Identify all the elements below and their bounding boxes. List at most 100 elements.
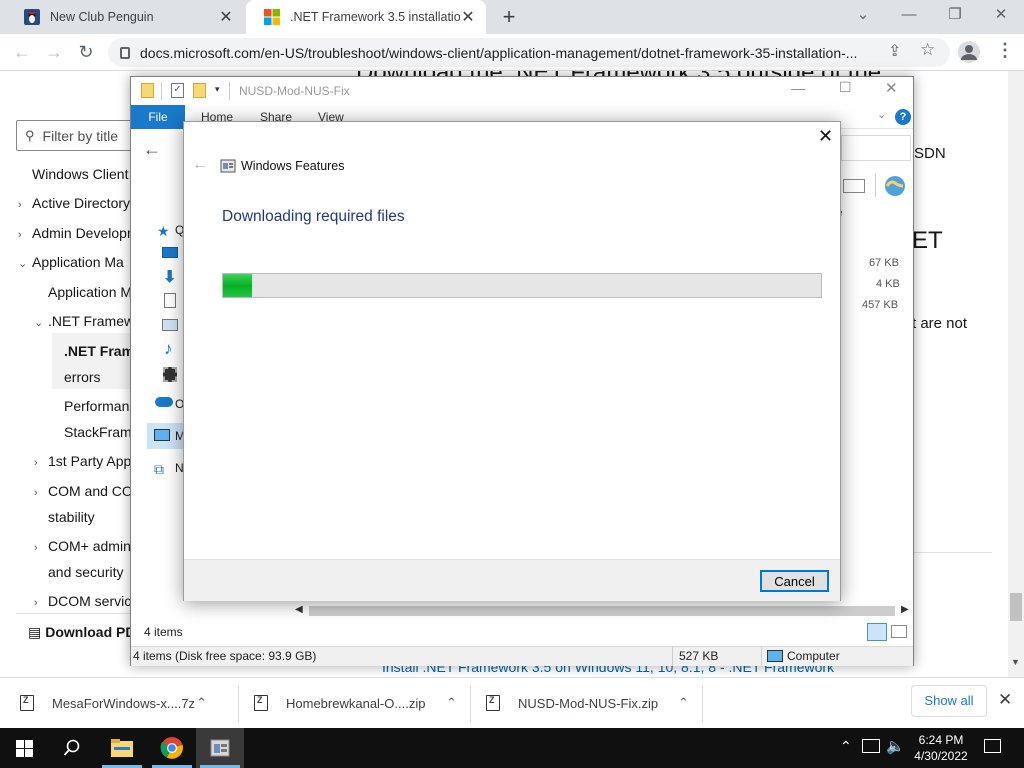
minimize-icon[interactable]: — [791,80,805,96]
bookmark-star-icon[interactable]: ☆ [920,40,935,60]
videos-icon[interactable] [163,367,177,382]
chevron-up-icon[interactable]: ⌃ [446,695,457,711]
taskbar-chrome[interactable] [148,728,196,768]
download-pdf-link[interactable]: ▤ Download PD [28,624,135,641]
close-dialog-icon[interactable]: ✕ [818,126,833,147]
show-all-button[interactable]: Show all [911,685,987,717]
download-item[interactable]: NUSD-Mod-NUS-Fix.zip ⌃ [486,678,700,728]
dialog-title: Windows Features [241,159,345,173]
tab-title: New Club Penguin [50,10,154,24]
maximize-icon[interactable]: ☐ [839,79,852,96]
quick-access-dropdown-icon[interactable]: ▾ [215,84,220,95]
download-progress-bar [222,273,822,298]
divider [16,613,130,614]
dialog-back-arrow-icon[interactable]: ← [192,156,208,174]
search-button[interactable] [48,728,96,768]
downloads-arrow-icon[interactable]: ⬇ [163,267,176,287]
nav-item-stability[interactable]: stability [48,509,95,525]
filter-input[interactable]: ⚲ Filter by title [16,120,136,151]
divider [702,686,703,722]
nav-item-and-security[interactable]: and security [48,564,123,580]
file-size: 4 KB [876,278,900,290]
download-item[interactable]: Homebrewkanal-O....zip ⌃ [254,678,468,728]
explorer-title-bar: ✓ ▾ NUSD-Mod-NUS-Fix — ☐ ✕ [131,77,913,105]
nav-item-com-plus-admin[interactable]: › COM+ admin [34,538,131,554]
restore-icon[interactable]: ❐ [932,0,978,34]
share-icon[interactable]: ⇪ [888,41,901,61]
documents-icon[interactable] [164,293,176,308]
minimize-icon[interactable]: — [886,0,932,34]
new-folder-icon[interactable] [193,83,206,98]
tab-search-chevron-icon[interactable]: ⌄ [840,0,886,34]
close-shelf-icon[interactable]: ✕ [998,690,1012,710]
file-size: 457 KB [862,299,899,311]
nav-item-stackframe[interactable]: StackFrame [64,424,139,440]
menu-kebab-icon[interactable]: ⋮ [996,40,1014,61]
nav-item-net-framework-errors[interactable]: .NET Fram [64,343,134,359]
tab-net-framework[interactable]: .NET Framework 3.5 installation e ✕ [246,0,486,34]
horizontal-scrollbar[interactable]: ◀ ▶ [291,603,913,619]
clock[interactable]: 6:24 PM 4/30/2022 [906,732,976,764]
close-window-icon[interactable]: ✕ [885,79,898,97]
music-note-icon[interactable]: ♪ [164,339,173,359]
close-tab-icon[interactable]: ✕ [460,7,476,27]
pictures-icon[interactable] [162,319,178,331]
start-button[interactable] [0,728,48,768]
nav-item-active-directory[interactable]: › Active Directory [18,195,130,211]
nav-item-application-management[interactable]: ⌄ Application Ma [18,254,124,270]
download-filename: MesaForWindows-x....7z [52,695,196,711]
reload-icon[interactable]: ↻ [73,40,99,66]
desktop-icon[interactable] [162,247,178,258]
scroll-right-arrow-icon[interactable]: ▶ [901,604,909,615]
new-tab-button[interactable]: + [496,5,522,31]
nav-item-net-framework[interactable]: ⌄ .NET Framew [34,313,134,329]
ribbon-tab-file[interactable]: File [131,105,185,129]
horizontal-scrollbar-thumb[interactable] [309,606,895,616]
details-view-icon[interactable] [867,623,887,641]
tab-new-club-penguin[interactable]: New Club Penguin ✕ [6,0,244,34]
download-progress-fill [223,274,252,297]
close-window-icon[interactable]: ✕ [978,0,1024,34]
pdf-icon: ▤ [28,624,42,640]
page-scrollbar-thumb[interactable] [1010,593,1022,621]
page-scrollbar[interactable]: ▼ [1008,71,1024,677]
network-icon[interactable]: ⧉ [154,461,164,478]
quick-access-star-icon[interactable]: ★ [157,223,170,240]
address-bar[interactable]: docs.microsoft.com/en-US/troubleshoot/wi… [108,38,950,67]
cancel-button[interactable]: Cancel [760,570,829,592]
microsoft-logo-icon [264,9,280,25]
show-hidden-icons-chevron-icon[interactable]: ⌃ [840,738,852,755]
large-icons-view-icon[interactable] [891,625,907,638]
nav-item-application-m[interactable]: Application M [48,284,132,300]
nav-item-1st-party-apps[interactable]: › 1st Party App [34,453,131,469]
chevron-up-icon[interactable]: ⌃ [678,695,689,711]
taskbar-windows-features[interactable] [196,728,244,768]
chevron-up-icon[interactable]: ⌃ [196,695,207,711]
onedrive-cloud-icon[interactable] [155,397,173,407]
nav-item-com-and-com-plus[interactable]: › COM and CO [34,483,133,499]
nav-item-windows-client[interactable]: Windows Client [32,166,128,182]
network-icon[interactable] [862,739,880,753]
explorer-back-arrow-icon[interactable]: ← [143,139,161,160]
properties-icon[interactable]: ✓ [171,83,184,98]
profile-avatar-icon[interactable] [958,41,980,63]
nav-item-performance[interactable]: Performan [64,398,129,414]
scroll-down-arrow-icon[interactable]: ▼ [1011,657,1020,667]
notifications-icon[interactable] [984,739,1001,753]
scroll-left-arrow-icon[interactable]: ◀ [295,604,303,615]
back-arrow-icon[interactable]: ← [9,40,35,66]
details-pane-icon[interactable] [843,179,865,193]
volume-icon[interactable]: 🔈 [886,737,905,755]
taskbar-file-explorer[interactable] [98,728,146,768]
download-item[interactable]: MesaForWindows-x....7z ⌃ [20,678,236,728]
windows-features-icon [220,159,236,173]
forward-arrow-icon[interactable]: → [41,40,67,66]
nav-item-errors[interactable]: errors [64,369,101,385]
search-box[interactable] [841,135,911,161]
close-tab-icon[interactable]: ✕ [218,7,234,27]
taskbar: ⌃ 🔈 6:24 PM 4/30/2022 [0,728,1024,768]
ribbon-expand-chevron-icon[interactable]: ⌄ [877,108,886,121]
nav-item-admin-development[interactable]: › Admin Developm [18,225,139,241]
nav-item-dcom-services[interactable]: › DCOM servic [34,593,131,609]
help-icon[interactable]: ? [895,109,911,125]
